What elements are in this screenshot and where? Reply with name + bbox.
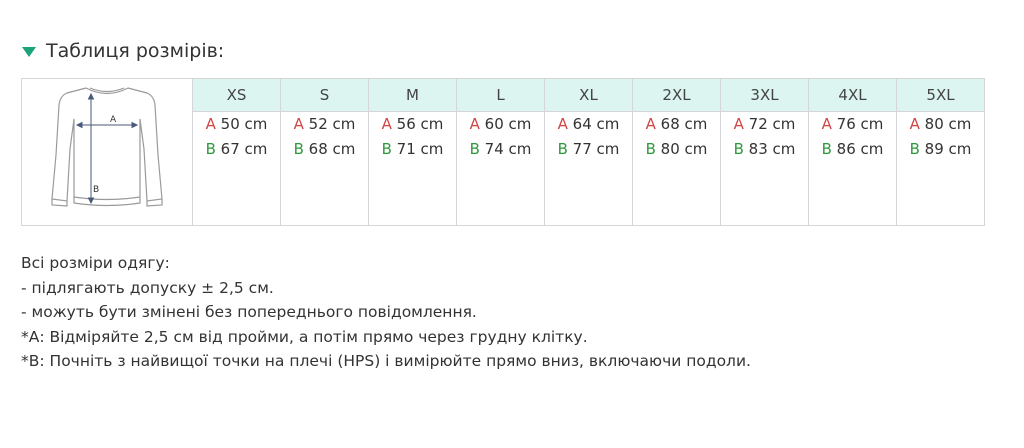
measure-b-value: 80 cm bbox=[660, 139, 708, 158]
sweatshirt-measurement-diagram: A B bbox=[51, 87, 163, 207]
measure-b-value: 74 cm bbox=[484, 139, 532, 158]
measure-a-value: 50 cm bbox=[220, 114, 268, 133]
size-table-toggle[interactable]: Таблиця розмірів: bbox=[22, 40, 224, 62]
sweatshirt-outline bbox=[51, 87, 163, 207]
measure-b-value: 67 cm bbox=[220, 139, 268, 158]
measure-b-letter: B bbox=[645, 139, 656, 158]
measure-a-value: 56 cm bbox=[396, 114, 444, 133]
size-notes: Всі розміри одягу: - підлягають допуску … bbox=[21, 251, 751, 374]
measure-b-value: 71 cm bbox=[396, 139, 444, 158]
measure-a-value: 52 cm bbox=[308, 114, 356, 133]
size-values-3xl: A 72 cm B 83 cm bbox=[720, 110, 809, 227]
size-label-xl: XL bbox=[544, 78, 633, 112]
size-values-m: A 56 cm B 71 cm bbox=[368, 110, 457, 227]
notes-intro: Всі розміри одягу: bbox=[21, 254, 170, 272]
label-b: B bbox=[93, 185, 99, 195]
measure-a-letter: A bbox=[381, 114, 392, 133]
garment-diagram-cell: A B bbox=[21, 78, 193, 226]
size-label-l: L bbox=[456, 78, 545, 112]
measure-a-letter: A bbox=[557, 114, 568, 133]
measure-a-letter: A bbox=[293, 114, 304, 133]
measure-lines bbox=[75, 92, 139, 205]
note-change: - можуть бути змінені без попереднього п… bbox=[21, 303, 477, 321]
size-label-m: M bbox=[368, 78, 457, 112]
measure-b-value: 77 cm bbox=[572, 139, 620, 158]
size-label-3xl: 3XL bbox=[720, 78, 809, 112]
measure-b-letter: B bbox=[821, 139, 832, 158]
measure-a-value: 64 cm bbox=[572, 114, 620, 133]
measure-b-letter: B bbox=[381, 139, 392, 158]
measure-b-value: 86 cm bbox=[836, 139, 884, 158]
measure-a-value: 80 cm bbox=[924, 114, 972, 133]
measure-b-letter: B bbox=[557, 139, 568, 158]
measure-a-value: 76 cm bbox=[836, 114, 884, 133]
size-label-s: S bbox=[280, 78, 369, 112]
measure-a-letter: A bbox=[645, 114, 656, 133]
measure-b-value: 68 cm bbox=[308, 139, 356, 158]
measure-a-letter: A bbox=[205, 114, 216, 133]
note-tolerance: - підлягають допуску ± 2,5 см. bbox=[21, 278, 274, 297]
measure-b-letter: B bbox=[733, 139, 744, 158]
size-header-row: A B XS S M L XL 2XL 3XL 4XL 5XL bbox=[21, 78, 985, 226]
measure-a-letter: A bbox=[909, 114, 920, 133]
measure-a-value: 60 cm bbox=[484, 114, 532, 133]
measure-b-letter: B bbox=[205, 139, 216, 158]
size-values-5xl: A 80 cm B 89 cm bbox=[896, 110, 985, 227]
size-label-5xl: 5XL bbox=[896, 78, 985, 112]
measure-b-letter: B bbox=[293, 139, 304, 158]
measure-b-value: 83 cm bbox=[748, 139, 796, 158]
size-label-4xl: 4XL bbox=[808, 78, 897, 112]
size-values-2xl: A 68 cm B 80 cm bbox=[632, 110, 721, 227]
size-label-xs: XS bbox=[192, 78, 281, 112]
measure-a-letter: A bbox=[821, 114, 832, 133]
label-a: A bbox=[110, 115, 117, 125]
section-title: Таблиця розмірів: bbox=[46, 40, 225, 62]
size-values-l: A 60 cm B 74 cm bbox=[456, 110, 545, 227]
size-values-xl: A 64 cm B 77 cm bbox=[544, 110, 633, 227]
size-table: A B XS S M L XL 2XL 3XL 4XL 5XL A 50 cm … bbox=[21, 78, 985, 227]
size-values-xs: A 50 cm B 67 cm bbox=[192, 110, 281, 227]
measure-a-value: 68 cm bbox=[660, 114, 708, 133]
size-values-4xl: A 76 cm B 86 cm bbox=[808, 110, 897, 227]
size-label-2xl: 2XL bbox=[632, 78, 721, 112]
measure-b-letter: B bbox=[909, 139, 920, 158]
measure-b-value: 89 cm bbox=[924, 139, 972, 158]
size-values-s: A 52 cm B 68 cm bbox=[280, 110, 369, 227]
note-measure-a: *А: Відміряйте 2,5 см від пройми, а поті… bbox=[21, 327, 588, 346]
measure-a-letter: A bbox=[733, 114, 744, 133]
measure-a-letter: A bbox=[469, 114, 480, 133]
note-measure-b: *В: Почніть з найвищої точки на плечі (H… bbox=[21, 352, 751, 370]
caret-down-icon bbox=[22, 47, 36, 57]
measure-a-value: 72 cm bbox=[748, 114, 796, 133]
measure-b-letter: B bbox=[469, 139, 480, 158]
